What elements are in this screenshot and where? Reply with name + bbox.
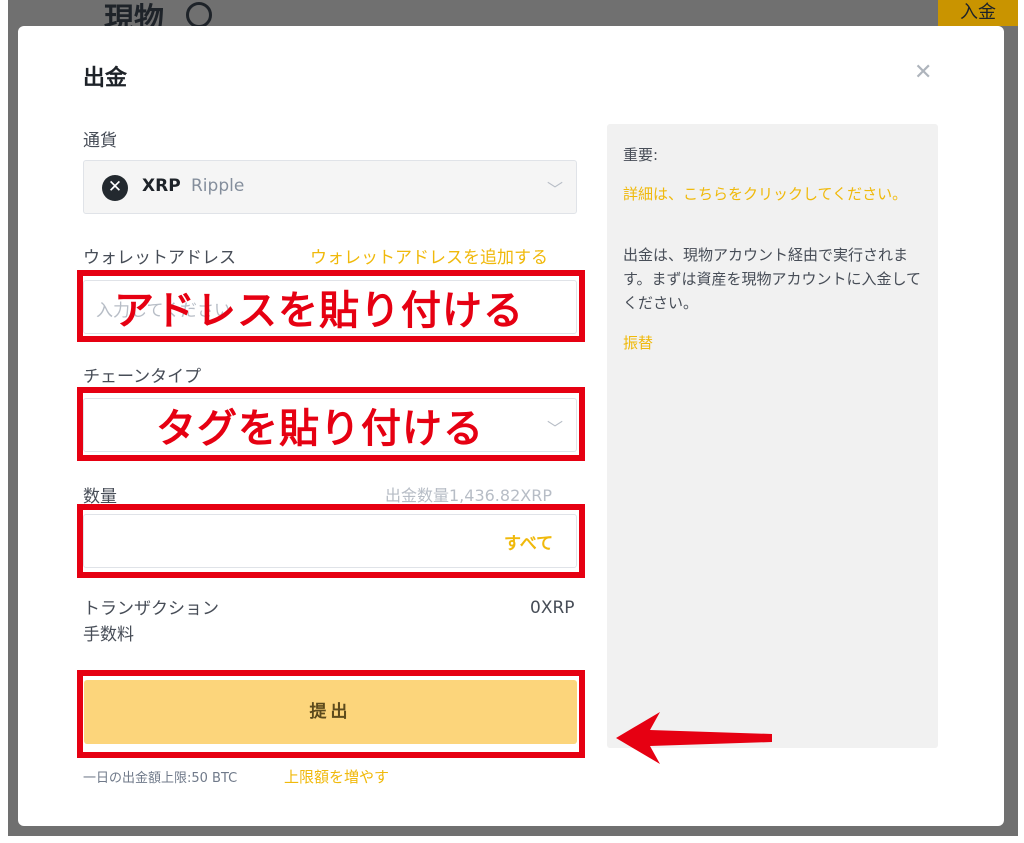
info-circle-icon: [186, 2, 212, 28]
background-deposit-button: 入金: [938, 0, 1018, 26]
currency-symbol: XRP: [142, 176, 181, 196]
annotation-paste-address: アドレスを貼り付ける: [114, 288, 524, 334]
chain-type-label: チェーンタイプ: [83, 367, 202, 387]
info-heading: 重要:: [623, 146, 659, 164]
modal-title: 出金: [83, 66, 128, 91]
available-amount: 出金数量1,436.82XRP: [385, 486, 552, 505]
transfer-link[interactable]: 振替: [623, 332, 653, 353]
details-link[interactable]: 詳細は、こちらをクリックしてください。: [623, 182, 923, 206]
annotation-box-amount: [77, 504, 585, 578]
fee-value: 0XRP: [530, 598, 575, 618]
annotation-box-submit: [77, 670, 585, 758]
withdraw-modal: 出金 ✕ 通貨 ✕ XRP Ripple ﹀ ウォレットアドレス ウォレットアド…: [18, 26, 1004, 826]
increase-limit-link[interactable]: 上限額を増やす: [284, 766, 389, 787]
add-wallet-address-link[interactable]: ウォレットアドレスを追加する: [310, 243, 548, 268]
daily-limit-text: 一日の出金額上限:50 BTC: [83, 771, 238, 786]
xrp-coin-icon: ✕: [102, 175, 128, 201]
fee-label-line1: トランザクション: [83, 599, 219, 619]
annotation-paste-tag: タグを貼り付ける: [156, 406, 484, 452]
info-panel: 重要: 詳細は、こちらをクリックしてください。 出金は、現物アカウント経由で実行…: [607, 124, 938, 748]
currency-label: 通貨: [83, 131, 117, 151]
currency-select[interactable]: ✕ XRP Ripple ﹀: [83, 160, 577, 214]
red-arrow-icon: [616, 712, 772, 764]
close-icon[interactable]: ✕: [914, 60, 932, 86]
fee-label: トランザクション 手数料: [83, 596, 219, 648]
fee-label-line2: 手数料: [83, 625, 134, 645]
wallet-address-label: ウォレットアドレス: [83, 248, 236, 268]
chevron-down-icon: ﹀: [547, 180, 564, 199]
currency-name: Ripple: [191, 176, 245, 196]
info-body: 出金は、現物アカウント経由で実行されます。まずは資産を現物アカウントに入金してく…: [623, 246, 922, 312]
